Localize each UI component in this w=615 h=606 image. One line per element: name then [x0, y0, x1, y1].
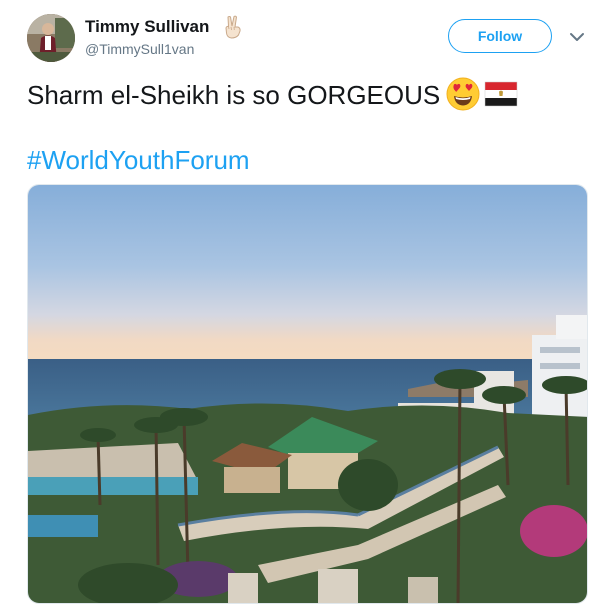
- avatar[interactable]: [27, 14, 75, 62]
- hashtag-link[interactable]: #WorldYouthForum: [27, 144, 250, 176]
- victory-hand-icon: [225, 15, 241, 39]
- follow-button[interactable]: Follow: [448, 19, 552, 53]
- user-handle[interactable]: @TimmySull1van: [85, 41, 194, 57]
- chevron-down-icon[interactable]: [568, 30, 586, 44]
- display-name[interactable]: Timmy Sullivan: [85, 17, 209, 37]
- tweet-text: Sharm el-Sheikh is so GORGEOUS: [27, 80, 441, 110]
- tweet-photo[interactable]: [27, 184, 588, 604]
- heart-eyes-icon: [446, 77, 480, 111]
- tweet-card: Timmy Sullivan @TimmySull1van Follow Sha…: [0, 0, 615, 606]
- egypt-flag-icon: [484, 81, 518, 107]
